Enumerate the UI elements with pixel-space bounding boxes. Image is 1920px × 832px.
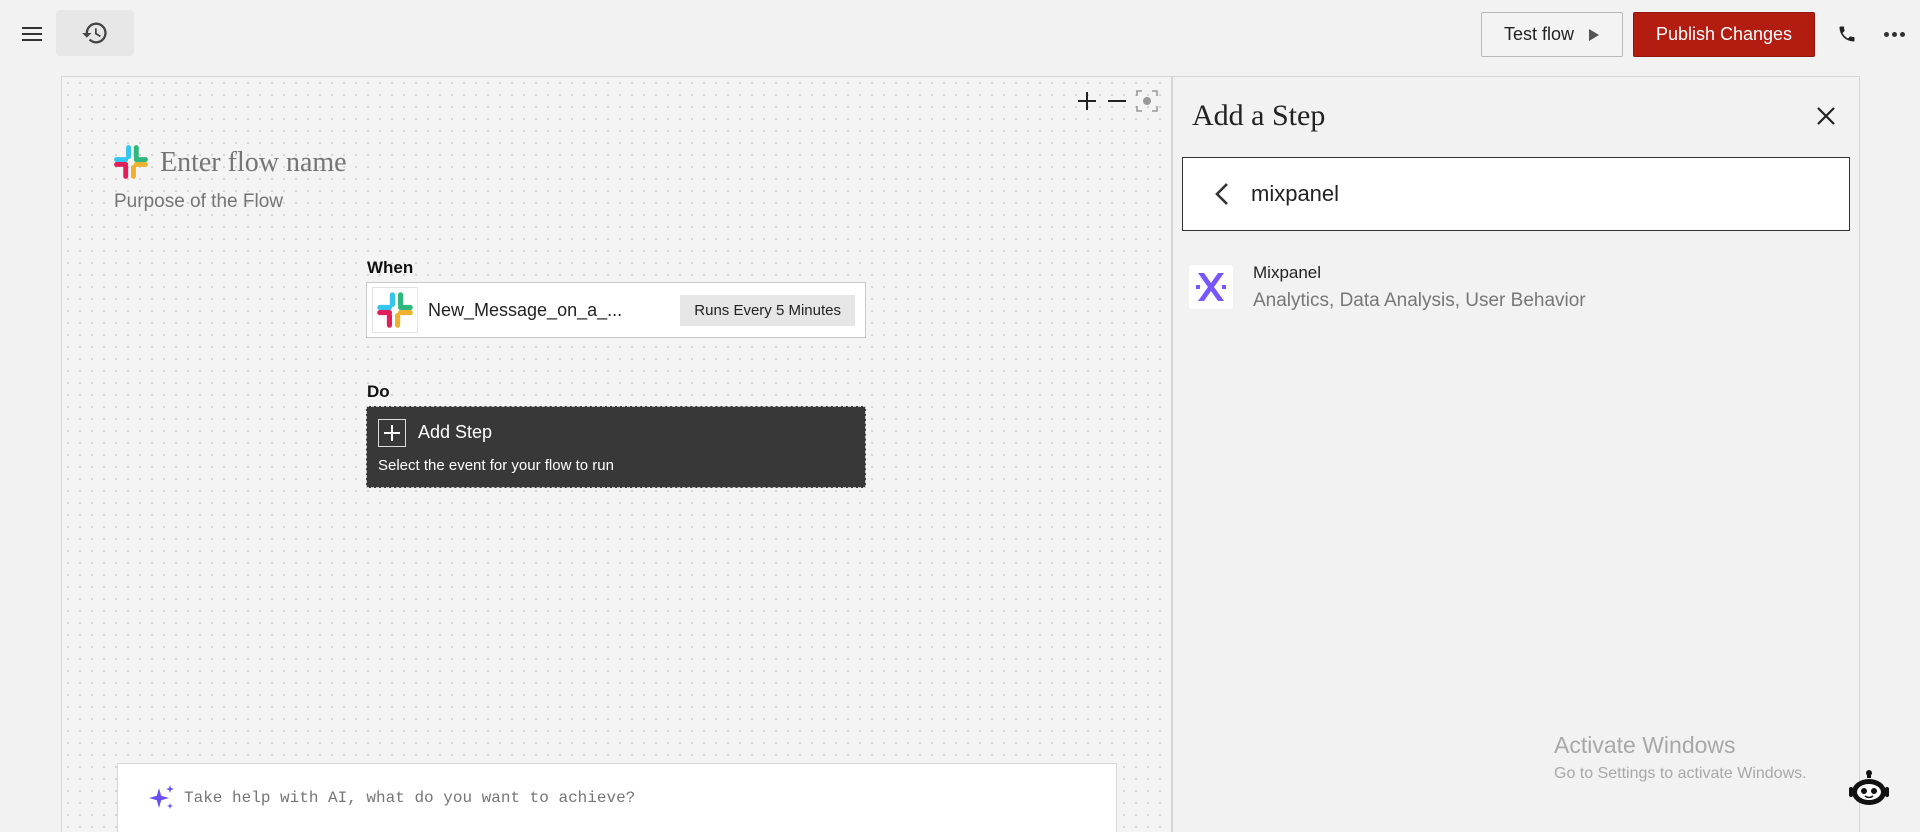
flow-name-input[interactable]: [160, 147, 520, 179]
ai-prompt-bar[interactable]: [117, 763, 1117, 832]
add-step-subtitle: Select the event for your flow to run: [378, 457, 614, 474]
flow-canvas[interactable]: When New_Message_on_a_... Runs Every 5 M…: [61, 76, 1172, 832]
hamburger-menu-icon[interactable]: [20, 22, 44, 46]
plus-icon: [378, 419, 406, 447]
result-name: Mixpanel: [1253, 263, 1322, 282]
top-bar: Test flow Publish Changes: [0, 0, 1920, 68]
mixpanel-icon: [1189, 265, 1233, 309]
slack-icon: [377, 292, 413, 328]
add-step-title: Add Step: [418, 422, 493, 442]
sparkle-icon: [148, 784, 176, 812]
do-label: Do: [367, 382, 390, 401]
robot-assistant-icon[interactable]: [1848, 770, 1890, 810]
more-horizontal-icon[interactable]: [1880, 22, 1908, 46]
app-search-box: [1182, 157, 1850, 231]
test-flow-label: Test flow: [1503, 24, 1575, 44]
add-step-card[interactable]: Add Step Select the event for your flow …: [366, 406, 866, 488]
windows-activation-watermark: Activate Windows Go to Settings to activ…: [1554, 732, 1807, 783]
add-step-panel: Add a Step Mixpanel Analytics, Data Anal…: [1172, 76, 1860, 832]
test-flow-button[interactable]: Test flow: [1481, 12, 1623, 57]
watermark-subtitle: Go to Settings to activate Windows.: [1554, 765, 1807, 782]
search-result-mixpanel[interactable]: Mixpanel Analytics, Data Analysis, User …: [1189, 261, 1849, 321]
close-icon[interactable]: [1812, 102, 1840, 130]
flow-purpose-input[interactable]: [114, 191, 414, 213]
result-tags: Analytics, Data Analysis, User Behavior: [1253, 290, 1586, 311]
zoom-controls: [1075, 89, 1159, 113]
watermark-title: Activate Windows: [1554, 732, 1736, 758]
zoom-out-icon[interactable]: [1105, 89, 1129, 113]
slack-icon: [114, 145, 148, 179]
when-label: When: [367, 258, 414, 277]
publish-changes-button[interactable]: Publish Changes: [1633, 12, 1815, 57]
zoom-in-icon[interactable]: [1075, 89, 1099, 113]
trigger-card[interactable]: New_Message_on_a_... Runs Every 5 Minute…: [366, 282, 866, 338]
trigger-app-icon-box: [372, 287, 418, 333]
ai-prompt-input[interactable]: [184, 789, 1084, 807]
history-icon: [82, 22, 107, 44]
app-search-input[interactable]: [1251, 181, 1811, 207]
publish-label: Publish Changes: [1655, 24, 1793, 44]
schedule-badge: Runs Every 5 Minutes: [680, 294, 855, 326]
play-icon: [1589, 28, 1600, 41]
panel-title: Add a Step: [1192, 99, 1326, 132]
chevron-left-icon[interactable]: [1207, 179, 1237, 209]
history-button[interactable]: [56, 10, 134, 56]
phone-icon[interactable]: [1835, 22, 1859, 46]
fit-view-icon[interactable]: [1135, 89, 1159, 113]
trigger-name: New_Message_on_a_...: [428, 299, 623, 320]
